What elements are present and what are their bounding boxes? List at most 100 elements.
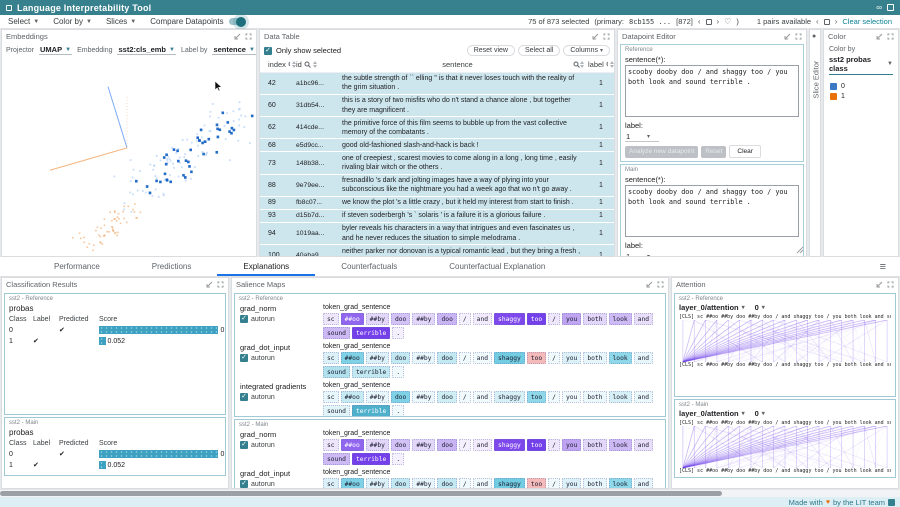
color-by-select[interactable]: sst2 probas class▼: [829, 55, 893, 75]
collapse-icon[interactable]: [876, 33, 883, 40]
layer-select[interactable]: layer_0/attention▾: [679, 303, 745, 312]
menu-icon[interactable]: ≡: [880, 262, 886, 272]
maximize-icon[interactable]: [887, 281, 894, 288]
salience-token: sc: [323, 391, 339, 403]
search-icon[interactable]: [573, 61, 580, 68]
clear-selection-link[interactable]: Clear selection: [842, 17, 892, 26]
column-header-sentence[interactable]: sentence: [342, 60, 588, 70]
search-icon[interactable]: [288, 61, 290, 68]
embedding-select[interactable]: sst2:cls_emb▼: [117, 45, 175, 55]
window-icon[interactable]: [887, 4, 894, 11]
tab-predictions[interactable]: Predictions: [126, 257, 218, 276]
clear-button[interactable]: Clear: [729, 145, 761, 158]
table-row[interactable]: 6031db54...this is a story of two misfit…: [260, 95, 614, 117]
sort-icon[interactable]: [610, 61, 614, 68]
scrollbar-thumb[interactable]: [0, 491, 722, 496]
prev-pair-icon[interactable]: ‹: [816, 17, 819, 26]
autorun-checkbox[interactable]: ✓: [240, 354, 248, 362]
sentence-textarea[interactable]: [625, 65, 799, 117]
table-row[interactable]: 68e5d9cc...good old-fashioned slash-and-…: [260, 139, 614, 152]
autorun-checkbox[interactable]: ✓: [240, 315, 248, 323]
table-row[interactable]: 889e79ee...fresnadillo 's dark and jolti…: [260, 175, 614, 197]
search-icon[interactable]: [304, 61, 311, 68]
salience-token: /: [459, 439, 471, 451]
salience-token: both: [583, 352, 606, 364]
table-row[interactable]: 89fb8c07...we know the plot 's a little …: [260, 197, 614, 210]
collapse-icon[interactable]: [592, 33, 599, 40]
color-by-menu[interactable]: Color by▼: [53, 17, 92, 26]
column-header-label[interactable]: label: [588, 60, 614, 69]
app-title: Language Interpretability Tool: [17, 3, 151, 13]
label-by-select[interactable]: sentence▼: [212, 45, 255, 55]
slices-menu[interactable]: Slices▼: [106, 17, 136, 26]
head-select[interactable]: 0▾: [755, 409, 765, 418]
reset-button[interactable]: Reset: [701, 146, 726, 158]
next-datapoint-icon[interactable]: ›: [717, 17, 720, 26]
maximize-icon[interactable]: [795, 33, 802, 40]
tab-explanations[interactable]: Explanations: [217, 257, 315, 276]
salience-token: ##oo: [341, 391, 364, 403]
pair-select-icon[interactable]: [824, 19, 830, 25]
column-header-index[interactable]: index: [260, 60, 296, 69]
next-pair-icon[interactable]: ›: [835, 17, 838, 26]
select-all-button[interactable]: Select all: [518, 45, 560, 56]
compare-datapoints-toggle[interactable]: Compare Datapoints: [150, 17, 243, 26]
maximize-icon[interactable]: [603, 33, 610, 40]
autorun-checkbox[interactable]: ✓: [240, 393, 248, 401]
label-select[interactable]: 1▾: [625, 131, 651, 141]
table-row[interactable]: 93d15b7d...if steven soderbergh 's ` sol…: [260, 210, 614, 223]
toggle-on-icon[interactable]: [229, 18, 244, 25]
collapse-icon[interactable]: [206, 281, 213, 288]
resize-handle-icon[interactable]: [796, 246, 804, 254]
prev-datapoint-icon[interactable]: ‹: [698, 17, 701, 26]
salience-token: ##oo: [341, 439, 364, 451]
select-menu[interactable]: Select▼: [8, 17, 39, 26]
salience-token: you: [562, 478, 581, 489]
projector-select[interactable]: UMAP▼: [39, 45, 72, 55]
maximize-icon[interactable]: [245, 33, 252, 40]
columns-button[interactable]: Columns▾: [563, 45, 610, 56]
maximize-icon[interactable]: [217, 281, 224, 288]
random-datapoint-icon[interactable]: [706, 19, 712, 25]
collapse-icon[interactable]: [234, 33, 241, 40]
maximize-icon[interactable]: [657, 281, 664, 288]
tab-counterfactuals[interactable]: Counterfactuals: [315, 257, 423, 276]
salience-method-row: grad_dot_input✓autoruntoken_grad_sentenc…: [239, 343, 661, 378]
search-icon[interactable]: [606, 61, 608, 68]
autorun-checkbox[interactable]: ✓: [240, 480, 248, 488]
salience-token: look: [609, 439, 632, 451]
salience-token: you: [562, 391, 581, 403]
lit-footer-logo-icon[interactable]: [888, 499, 895, 506]
analyze-new-datapoint-button[interactable]: Analyze new datapoint: [625, 146, 698, 158]
tab-counterfactual-explanation[interactable]: Counterfactual Explanation: [423, 257, 571, 276]
salience-token: terrible: [352, 405, 390, 417]
table-row[interactable]: 10040aba9...neither parker nor donovan i…: [260, 245, 614, 256]
table-row[interactable]: 73148b38...one of creepiest , scarest mo…: [260, 152, 614, 174]
autorun-checkbox[interactable]: ✓: [240, 441, 248, 449]
sentence-textarea[interactable]: [625, 185, 799, 237]
favorite-icon[interactable]: ♡: [724, 17, 731, 26]
table-row[interactable]: 62414cde...the primitive force of this f…: [260, 117, 614, 139]
reset-view-button[interactable]: Reset view: [467, 45, 515, 56]
collapse-icon[interactable]: [646, 281, 653, 288]
attention-lines: [679, 426, 891, 468]
horizontal-scrollbar[interactable]: [0, 489, 900, 497]
only-show-selected-checkbox[interactable]: ✓: [264, 47, 272, 55]
table-row[interactable]: 42a1bc96...the subtle strength of `` ell…: [260, 73, 614, 95]
embedding-scatter-plot[interactable]: [2, 56, 256, 256]
attention-token-row: [CLS] sc ##oo ##by doo ##by doo / and sh…: [679, 468, 891, 474]
head-select[interactable]: 0▾: [755, 303, 765, 312]
datapoint-editor-title: Datapoint Editor: [622, 32, 676, 41]
sort-icon[interactable]: [313, 61, 317, 68]
slice-editor-strip[interactable]: ● Slice Editor: [809, 29, 821, 257]
sort-icon[interactable]: [580, 61, 584, 68]
table-row[interactable]: 941019aa...byler reveals his characters …: [260, 223, 614, 245]
maximize-icon[interactable]: [887, 33, 894, 40]
layer-select[interactable]: layer_0/attention▾: [679, 409, 745, 418]
column-header-id[interactable]: id: [296, 60, 342, 69]
collapse-icon[interactable]: [876, 281, 883, 288]
tab-performance[interactable]: Performance: [28, 257, 126, 276]
link-icon[interactable]: ∞: [876, 4, 882, 12]
salience-token: /: [548, 391, 560, 403]
collapse-icon[interactable]: [784, 33, 791, 40]
